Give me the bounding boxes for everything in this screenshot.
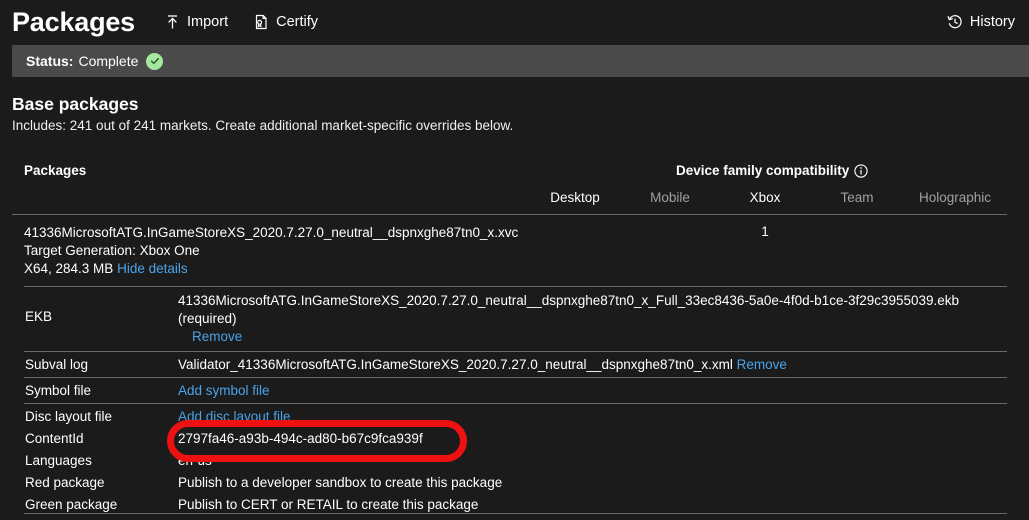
package-row: 41336MicrosoftATG.InGameStoreXS_2020.7.2… [24, 224, 724, 278]
upload-icon [165, 14, 180, 30]
section-subtitle: Includes: 241 out of 241 markets. Create… [12, 118, 514, 133]
section-title: Base packages [12, 94, 139, 114]
certify-button[interactable]: Certify [252, 11, 320, 33]
ekb-required-note: (required) [178, 311, 237, 326]
meta-label-languages: Languages [25, 452, 92, 468]
import-button[interactable]: Import [163, 11, 230, 33]
package-filename: 41336MicrosoftATG.InGameStoreXS_2020.7.2… [24, 225, 519, 240]
detail-label-ekb: EKB [25, 309, 53, 324]
detail-row-subval-log: Subval log Validator_41336MicrosoftATG.I… [12, 352, 1007, 377]
package-arch-size-line: X64, 284.3 MB Hide details [24, 260, 724, 278]
device-family-columns: Desktop Mobile Xbox Team Holographic [0, 190, 1029, 212]
meta-row-green-package: Green package Publish to CERT or RETAIL … [12, 493, 1007, 515]
meta-label-contentid: ContentId [25, 430, 84, 446]
subval-log-remove-link[interactable]: Remove [737, 357, 787, 372]
detail-row-ekb: EKB 41336MicrosoftATG.InGameStoreXS_2020… [12, 287, 1007, 351]
package-detail-table: EKB 41336MicrosoftATG.InGameStoreXS_2020… [12, 287, 1007, 429]
detail-value-ekb: 41336MicrosoftATG.InGameStoreXS_2020.7.2… [178, 292, 1007, 346]
page-title: Packages [12, 6, 135, 37]
packages-page: Packages Import Certify History Status: … [0, 0, 1029, 520]
history-button[interactable]: History [947, 0, 1015, 44]
ekb-filename: 41336MicrosoftATG.InGameStoreXS_2020.7.2… [178, 293, 960, 308]
meta-value-contentid: 2797fa46-a93b-494c-ad80-b67c9fca939f [178, 430, 423, 446]
meta-value-green-package: Publish to CERT or RETAIL to create this… [178, 496, 479, 512]
base-packages-section: Base packages Includes: 241 out of 241 m… [12, 93, 1017, 136]
meta-value-red-package: Publish to a developer sandbox to create… [178, 474, 503, 490]
status-value: Complete [78, 53, 139, 69]
device-column-holographic: Holographic [918, 190, 992, 205]
column-header-packages: Packages [24, 163, 87, 178]
device-column-team: Team [840, 190, 874, 205]
table-header: Packages Device family compatibility Des… [0, 163, 1029, 213]
info-circle-icon[interactable] [854, 163, 868, 178]
detail-row-symbol-file: Symbol file Add symbol file [12, 378, 1007, 403]
detail-row-disc-layout-file: Disc layout file Add disc layout file [12, 404, 1007, 429]
meta-row-red-package: Red package Publish to a developer sandb… [12, 471, 1007, 493]
meta-row-contentid: ContentId 2797fa46-a93b-494c-ad80-b67c9f… [12, 427, 1007, 449]
meta-value-languages: en-us [178, 452, 212, 468]
import-label: Import [187, 14, 229, 30]
package-target-generation: Target Generation: Xbox One [24, 243, 200, 258]
checkmark-circle-icon [146, 52, 164, 70]
add-disc-layout-file-link[interactable]: Add disc layout file [178, 409, 291, 424]
device-family-label: Device family compatibility [676, 163, 850, 178]
device-column-desktop: Desktop [550, 190, 600, 205]
package-meta-list: ContentId 2797fa46-a93b-494c-ad80-b67c9f… [12, 427, 1007, 515]
meta-label-green-package: Green package [25, 496, 118, 512]
history-clock-icon [947, 14, 963, 30]
history-label: History [969, 14, 1015, 30]
toolbar-actions: Import Certify [163, 11, 320, 33]
detail-label-disc-layout-file: Disc layout file [25, 409, 113, 424]
meta-bottom-divider [24, 513, 1007, 514]
table-header-divider [12, 214, 1007, 215]
meta-label-red-package: Red package [25, 474, 105, 490]
top-toolbar: Packages Import Certify History [0, 0, 1029, 44]
certify-label: Certify [276, 14, 318, 30]
add-symbol-file-link[interactable]: Add symbol file [178, 383, 270, 398]
package-xbox-count: 1 [761, 224, 769, 239]
meta-row-languages: Languages en-us [12, 449, 1007, 471]
detail-label-symbol-file: Symbol file [25, 383, 92, 398]
device-column-mobile: Mobile [650, 190, 690, 205]
detail-value-subval-log: Validator_41336MicrosoftATG.InGameStoreX… [178, 356, 1007, 374]
column-header-device-family: Device family compatibility [676, 163, 868, 178]
package-arch-size: X64, 284.3 MB [24, 261, 114, 276]
status-bar: Status: Complete [12, 45, 1029, 77]
certificate-document-icon [254, 14, 269, 30]
hide-details-link[interactable]: Hide details [117, 261, 188, 276]
status-label: Status: [26, 53, 74, 69]
ekb-remove-link[interactable]: Remove [192, 328, 1007, 346]
subval-log-filename: Validator_41336MicrosoftATG.InGameStoreX… [178, 356, 733, 372]
detail-label-subval-log: Subval log [25, 357, 89, 372]
